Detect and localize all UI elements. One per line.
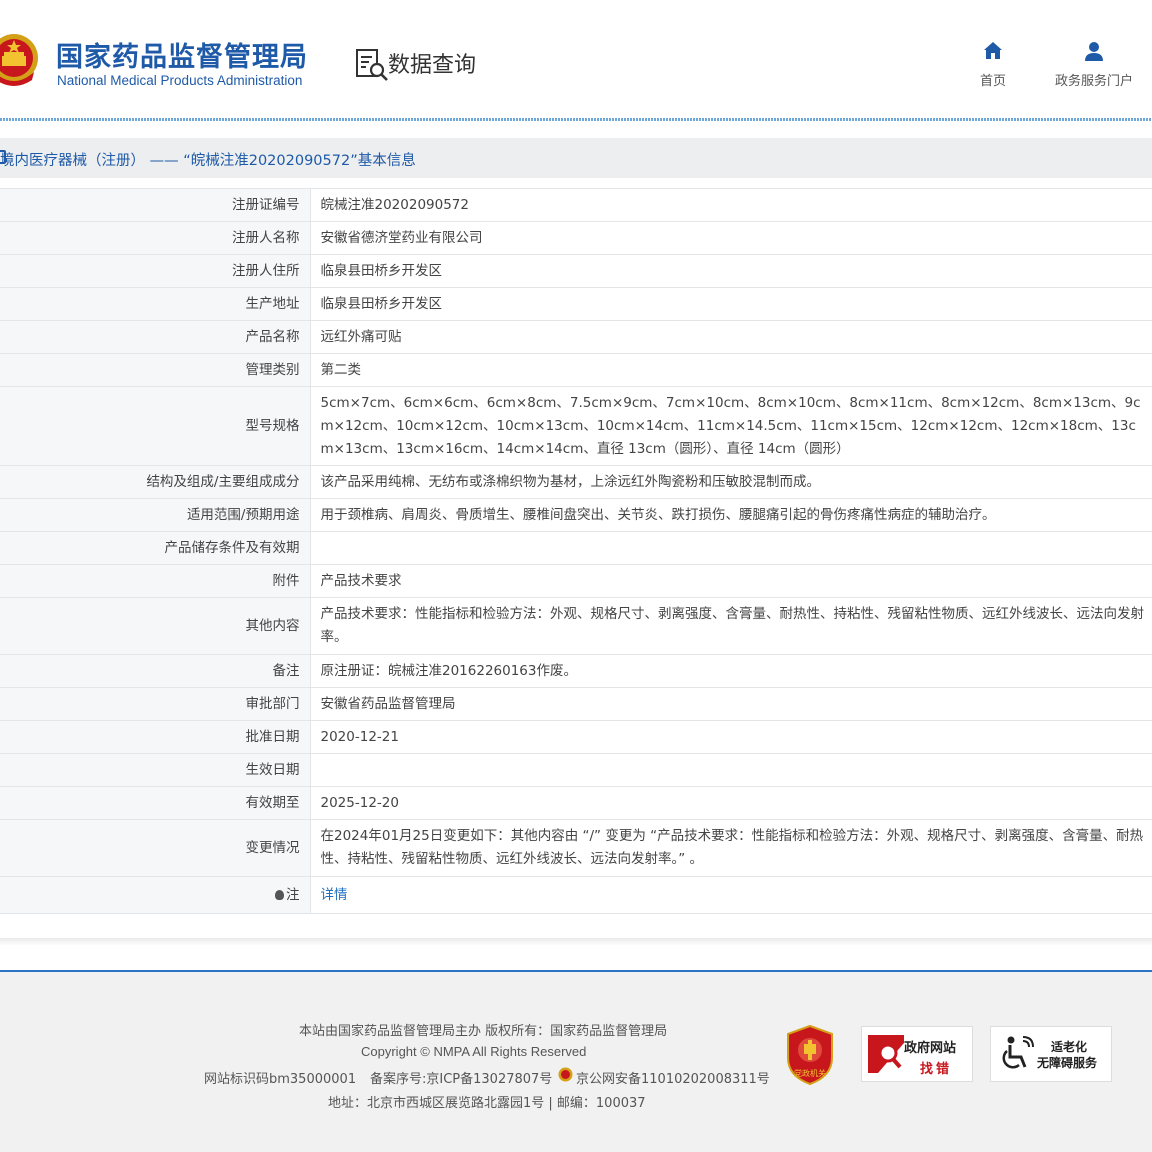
table-row: 型号规格 5cm×7cm、6cm×6cm、6cm×8cm、7.5cm×9cm、7c… xyxy=(0,386,1152,466)
field-label: 注册证编号 xyxy=(0,188,311,222)
field-label: 附件 xyxy=(0,564,311,598)
police-badge-icon xyxy=(558,1067,573,1082)
record-title: 境内医疗器械（注册） —— “皖械注准20202090572”基本信息 xyxy=(0,153,416,169)
field-label: 生产地址 xyxy=(0,287,311,321)
wheelchair-icon xyxy=(1002,1036,1034,1069)
accessibility-badge-subtitle: 无障碍服务 xyxy=(1037,1056,1098,1070)
site-name-en[interactable]: National Medical Products Administration xyxy=(57,73,302,88)
details-link[interactable]: 详情 xyxy=(321,887,348,903)
field-label: 型号规格 xyxy=(0,386,311,466)
table-row: 生产地址 临泉县田桥乡开发区 xyxy=(0,287,1152,321)
footer-site-id: 网站标识码bm35000001 xyxy=(204,1072,357,1087)
party-government-badge[interactable]: 党政机关 xyxy=(784,1024,836,1086)
table-row: 生效日期 xyxy=(0,753,1152,787)
field-label: 审批部门 xyxy=(0,687,311,721)
field-value: 2025-12-20 xyxy=(310,786,1152,820)
field-value: 安徽省德济堂药业有限公司 xyxy=(310,221,1152,255)
footer-police-link[interactable]: 京公网安备11010202008311号 xyxy=(576,1068,770,1087)
field-label: 其他内容 xyxy=(0,597,311,655)
field-value: 产品技术要求 xyxy=(310,564,1152,598)
field-value: 皖械注准20202090572 xyxy=(310,188,1152,222)
table-row: 有效期至 2025-12-20 xyxy=(0,786,1152,820)
section-title: 数据查询 xyxy=(388,53,477,78)
accessibility-badge-title: 适老化 xyxy=(1051,1040,1088,1054)
field-label: 结构及组成/主要组成成分 xyxy=(0,465,311,499)
nav-service-portal[interactable]: 政务服务门户 xyxy=(1046,40,1142,89)
user-icon xyxy=(1085,42,1103,61)
gov-website-error-badge[interactable]: 政府网站 找错 xyxy=(861,1026,973,1082)
table-row: 产品名称 远红外痛可贴 xyxy=(0,320,1152,354)
data-query-icon xyxy=(356,49,388,81)
site-footer xyxy=(0,972,1152,1152)
footer-sponsor: 本站由国家药品监督管理局主办 版权所有：国家药品监督管理局 xyxy=(299,1024,668,1039)
field-label: 产品名称 xyxy=(0,320,311,354)
table-row: 变更情况 在2024年01月25日变更如下：其他内容由 “/” 变更为 “产品技术… xyxy=(0,819,1152,877)
nav-portal-label: 政务服务门户 xyxy=(1054,74,1133,89)
field-label: 注册人住所 xyxy=(0,254,311,288)
field-value: 产品技术要求：性能指标和检验方法：外观、规格尺寸、剥离强度、含膏量、耐热性、持粘… xyxy=(310,597,1152,655)
table-row: 产品储存条件及有效期 xyxy=(0,531,1152,565)
field-value: 临泉县田桥乡开发区 xyxy=(310,287,1152,321)
nav-home-label: 首页 xyxy=(979,74,1006,89)
field-value: 临泉县田桥乡开发区 xyxy=(310,254,1152,288)
footer-copyright: Copyright © NMPA All Rights Reserved xyxy=(361,1044,587,1059)
table-row: 注册人名称 安徽省德济堂药业有限公司 xyxy=(0,221,1152,255)
table-row: 管理类别 第二类 xyxy=(0,353,1152,387)
field-value: 5cm×7cm、6cm×6cm、6cm×8cm、7.5cm×9cm、7cm×10… xyxy=(310,386,1152,466)
gov-badge-subtitle: 找错 xyxy=(920,1062,953,1077)
table-row: 其他内容 产品技术要求：性能指标和检验方法：外观、规格尺寸、剥离强度、含膏量、耐热… xyxy=(0,597,1152,655)
record-detail-table: 注册证编号 皖械注准20202090572 注册人名称 安徽省德济堂药业有限公司 注册人… xyxy=(0,188,1152,914)
field-label: 管理类别 xyxy=(0,353,311,387)
table-row: 审批部门 安徽省药品监督管理局 xyxy=(0,687,1152,721)
field-label: 批准日期 xyxy=(0,720,311,754)
home-icon xyxy=(984,42,1002,59)
field-label: 变更情况 xyxy=(0,819,311,877)
record-title-bar: 境内医疗器械（注册） —— “皖械注准20202090572”基本信息 xyxy=(0,138,1152,178)
table-row: 附件 产品技术要求 xyxy=(0,564,1152,598)
field-value: 第二类 xyxy=(310,353,1152,387)
site-header: 国家药品监督管理局 National Medical Products Admi… xyxy=(0,0,1152,121)
national-emblem-icon xyxy=(0,34,38,86)
footer-icp-link[interactable]: 备案序号:京ICP备13027807号 xyxy=(370,1068,552,1087)
field-value: 在2024年01月25日变更如下：其他内容由 “/” 变更为 “产品技术要求：性… xyxy=(310,819,1152,877)
table-row-note: 注 详情 xyxy=(0,876,1152,914)
field-value: 用于颈椎病、肩周炎、骨质增生、腰椎间盘突出、关节炎、跌打损伤、腰腿痛引起的骨伤疼… xyxy=(310,498,1152,532)
accessibility-badge[interactable]: 适老化 无障碍服务 xyxy=(990,1026,1112,1082)
content-shadow xyxy=(0,938,1152,946)
magnifier-icon xyxy=(868,1035,904,1073)
field-label: 生效日期 xyxy=(0,753,311,787)
note-value-cell: 详情 xyxy=(310,876,1152,914)
field-value: 安徽省药品监督管理局 xyxy=(310,687,1152,721)
table-row: 结构及组成/主要组成成分 该产品采用纯棉、无纺布或涤棉织物为基材，上涂远红外陶瓷粉… xyxy=(0,465,1152,499)
header-divider xyxy=(0,118,1152,121)
nav-home[interactable]: 首页 xyxy=(972,40,1014,89)
table-row: 批准日期 2020-12-21 xyxy=(0,720,1152,754)
field-value: 2020-12-21 xyxy=(310,720,1152,754)
footer-address: 地址：北京市西城区展览路北露园1号 | 邮编：100037 xyxy=(328,1096,646,1111)
table-row: 适用范围/预期用途 用于颈椎病、肩周炎、骨质增生、腰椎间盘突出、关节炎、跌打损伤、… xyxy=(0,498,1152,532)
table-row: 注册人住所 临泉县田桥乡开发区 xyxy=(0,254,1152,288)
table-row: 备注 原注册证：皖械注准20162260163作废。 xyxy=(0,654,1152,688)
field-label: 适用范围/预期用途 xyxy=(0,498,311,532)
gov-badge-title: 政府网站 xyxy=(904,1041,957,1056)
field-label: 注册人名称 xyxy=(0,221,311,255)
field-label: 备注 xyxy=(0,654,311,688)
note-label-cell: 注 xyxy=(0,876,311,914)
field-value: 该产品采用纯棉、无纺布或涤棉织物为基材，上涂远红外陶瓷粉和压敏胶混制而成。 xyxy=(310,465,1152,499)
table-row: 注册证编号 皖械注准20202090572 xyxy=(0,188,1152,222)
field-value: 远红外痛可贴 xyxy=(310,320,1152,354)
party-badge-label: 党政机关 xyxy=(794,1068,826,1078)
field-value xyxy=(310,753,1152,787)
field-label: 有效期至 xyxy=(0,786,311,820)
lightbulb-icon xyxy=(275,889,284,900)
field-label: 产品储存条件及有效期 xyxy=(0,531,311,565)
site-name-cn[interactable]: 国家药品监督管理局 xyxy=(56,35,308,74)
field-value xyxy=(310,531,1152,565)
note-label: 注 xyxy=(286,886,300,903)
field-value: 原注册证：皖械注准20162260163作废。 xyxy=(310,654,1152,688)
